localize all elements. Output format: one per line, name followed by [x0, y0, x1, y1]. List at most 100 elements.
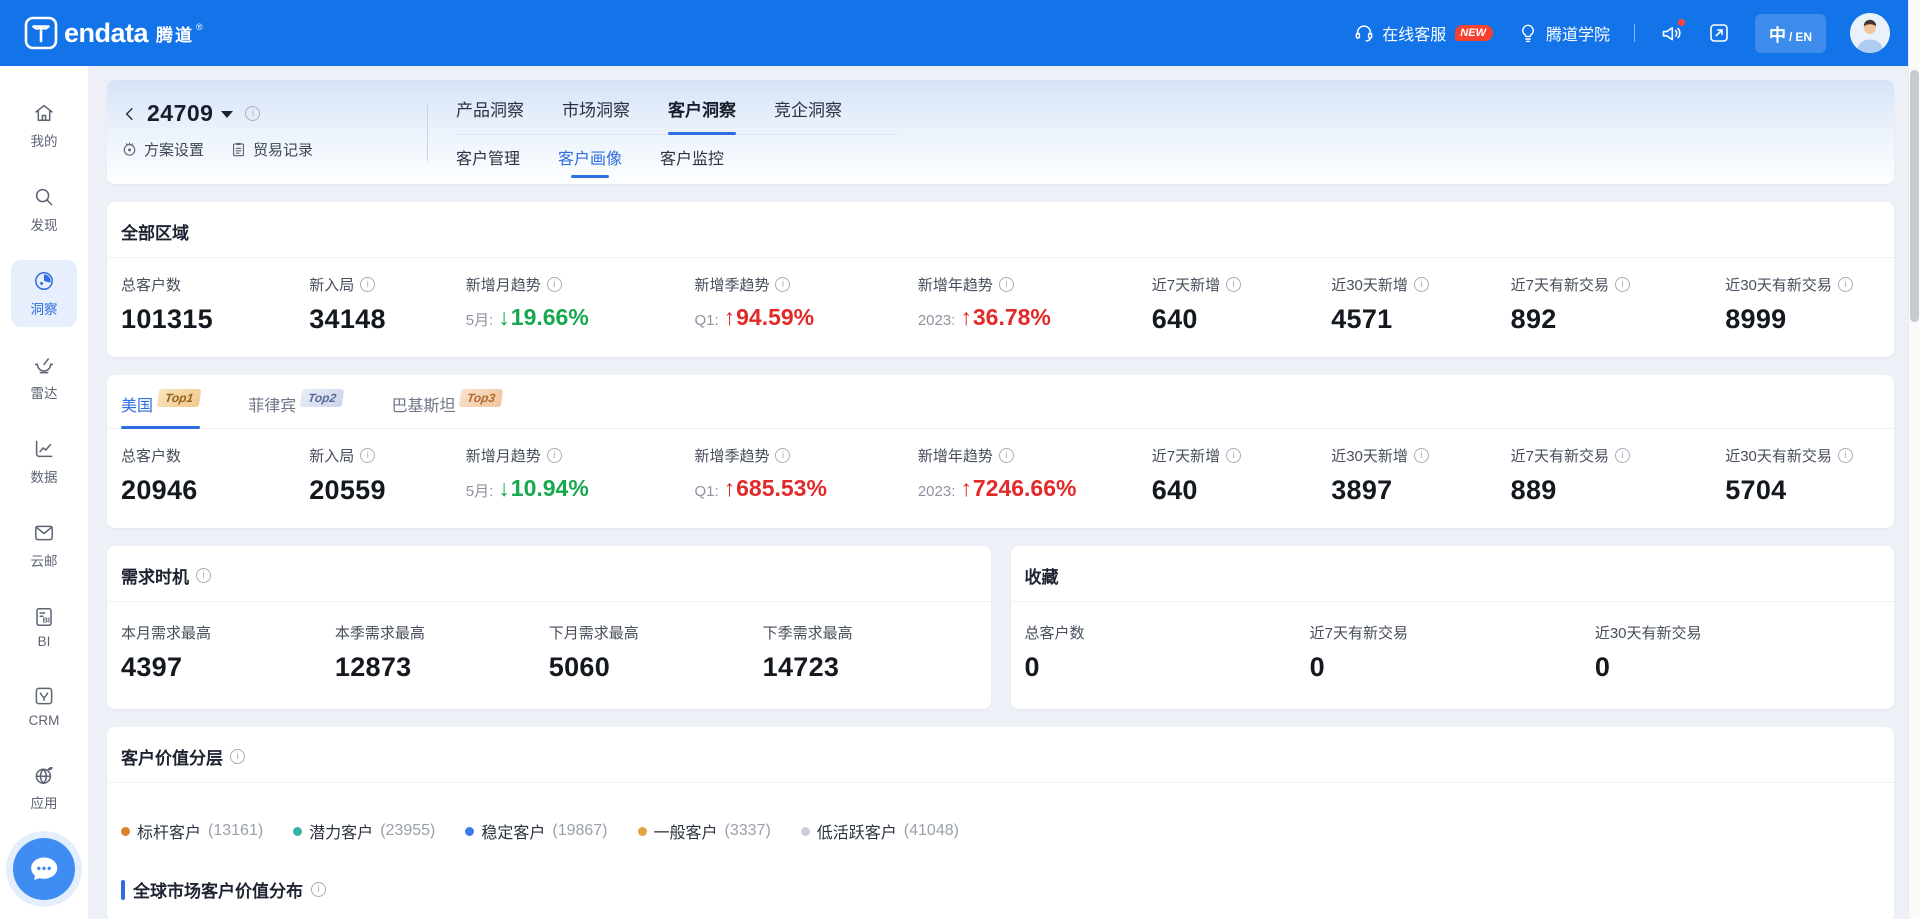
info-icon[interactable] — [1414, 277, 1429, 292]
sidebar-item-insight[interactable]: 洞察 — [11, 260, 77, 327]
back-icon[interactable] — [121, 105, 139, 123]
country-tab-1[interactable]: 美国Top1 — [121, 389, 200, 428]
sidebar-expand-icon[interactable] — [32, 914, 56, 919]
stat-col: 总客户数20946 — [121, 445, 309, 506]
stat-label: 新增年趋势 — [918, 274, 993, 295]
customer-subtabs: 客户管理 客户画像 客户监控 — [456, 145, 897, 178]
tab-4[interactable]: 竞企洞察 — [774, 96, 842, 134]
trend-percent: 10.94% — [511, 475, 589, 502]
stat-trend: Q1:↑94.59% — [694, 304, 917, 331]
stat-col: 新入局34148 — [309, 274, 466, 335]
info-icon[interactable] — [1838, 277, 1853, 292]
info-icon[interactable] — [360, 277, 375, 292]
subsection-info-icon[interactable] — [311, 882, 326, 897]
sidebar-item-mail[interactable]: 云邮 — [11, 512, 77, 579]
legend-item[interactable]: 标杆客户(13161) — [121, 819, 263, 843]
info-icon[interactable] — [547, 277, 562, 292]
stat-label: 新增季趋势 — [694, 274, 769, 295]
stat-trend: 5月:↓19.66% — [466, 304, 695, 331]
sidebar-item-search[interactable]: 发现 — [11, 176, 77, 243]
sidebar-item-label: 雷达 — [31, 382, 58, 402]
stat-label: 新入局 — [309, 445, 354, 466]
info-icon[interactable] — [775, 277, 790, 292]
country-tab-2[interactable]: 菲律宾Top2 — [248, 389, 343, 428]
stat-trend: 5月:↓10.94% — [466, 475, 695, 502]
stat-value: 640 — [1152, 475, 1331, 506]
info-icon[interactable] — [1226, 448, 1241, 463]
stat-value: 4397 — [121, 652, 335, 683]
legend-item[interactable]: 一般客户(3337) — [638, 819, 771, 843]
country-tab-3[interactable]: 巴基斯坦Top3 — [391, 389, 502, 428]
info-icon[interactable] — [775, 448, 790, 463]
plan-settings-link[interactable]: 方案设置 — [121, 139, 204, 160]
info-icon[interactable] — [1414, 448, 1429, 463]
sidebar-item-apps[interactable]: 应用 — [11, 754, 77, 821]
stat-col: 近7天新增 640 — [1152, 445, 1331, 506]
online-service-link[interactable]: 在线客服 NEW — [1353, 21, 1493, 45]
stat-label-row: 近7天新增 — [1152, 274, 1331, 295]
plan-dropdown-caret[interactable] — [221, 111, 233, 118]
sidebar-item-crm[interactable]: CRM — [11, 675, 77, 737]
trend-value: ↑36.78% — [960, 304, 1051, 331]
info-icon[interactable] — [360, 448, 375, 463]
vertical-scrollbar[interactable] — [1908, 0, 1920, 919]
info-icon[interactable] — [1838, 448, 1853, 463]
sidebar-item-data[interactable]: 数据 — [11, 428, 77, 495]
scrollbar-thumb[interactable] — [1910, 70, 1919, 322]
country-tab-label: 菲律宾 — [248, 389, 296, 416]
subtab-2[interactable]: 客户画像 — [558, 145, 622, 178]
tendata-logo[interactable]: endata 腾道 ® — [24, 16, 203, 50]
country-stats-row: 总客户数20946新入局20559新增月趋势5月:↓10.94%新增季趋势Q1:… — [107, 429, 1894, 528]
info-icon[interactable] — [999, 277, 1014, 292]
legend-count: (23955) — [380, 822, 435, 840]
legend-item[interactable]: 稳定客户(19867) — [465, 819, 607, 843]
stat-label: 近30天新增 — [1331, 274, 1408, 295]
info-icon[interactable] — [1615, 448, 1630, 463]
stat-label-row: 近7天新增 — [1152, 445, 1331, 466]
info-icon[interactable] — [1615, 277, 1630, 292]
lang-zh: 中 — [1769, 21, 1786, 46]
info-icon[interactable] — [999, 448, 1014, 463]
stat-col: 近7天有新交易0 — [1310, 622, 1595, 683]
academy-link[interactable]: 腾道学院 — [1517, 21, 1610, 45]
sidebar-item-home[interactable]: 我的 — [11, 92, 77, 159]
tab-2[interactable]: 市场洞察 — [562, 96, 630, 134]
stat-label: 本季需求最高 — [335, 622, 425, 643]
stat-label-row: 新入局 — [309, 445, 466, 466]
announcement-icon[interactable] — [1659, 21, 1683, 45]
info-icon[interactable] — [547, 448, 562, 463]
stat-col: 新增年趋势2023:↑7246.66% — [918, 445, 1152, 506]
stat-label: 近30天新增 — [1331, 445, 1408, 466]
demand-info-icon[interactable] — [196, 568, 211, 583]
stat-value: 889 — [1511, 475, 1726, 506]
subtab-1[interactable]: 客户管理 — [456, 145, 520, 178]
trade-records-label: 贸易记录 — [253, 139, 313, 160]
favorites-card: 收藏 总客户数0近7天有新交易0近30天有新交易0 — [1011, 546, 1895, 709]
rank-badge: Top1 — [157, 389, 202, 407]
stat-label-row: 近7天有新交易 — [1511, 445, 1726, 466]
stat-label-row: 近30天有新交易 — [1725, 445, 1880, 466]
legend-item[interactable]: 低活跃客户(41048) — [801, 819, 959, 843]
avatar[interactable] — [1850, 13, 1890, 53]
trade-records-link[interactable]: 贸易记录 — [230, 139, 313, 160]
plan-info-icon[interactable] — [245, 106, 260, 121]
brand-text: endata — [64, 18, 148, 49]
overview-title: 全部区域 — [121, 219, 189, 244]
sidebar-item-bi[interactable]: BIBI — [11, 596, 77, 658]
subtab-3[interactable]: 客户监控 — [660, 145, 724, 178]
tab-3[interactable]: 客户洞察 — [668, 96, 736, 134]
stat-label: 总客户数 — [121, 445, 181, 466]
chat-assistant-button[interactable] — [13, 838, 75, 900]
value-tiers-info-icon[interactable] — [230, 749, 245, 764]
language-toggle[interactable]: 中 / EN — [1755, 14, 1826, 53]
legend-item[interactable]: 潜力客户(23955) — [293, 819, 435, 843]
stat-col: 近30天新增3897 — [1331, 445, 1510, 506]
stat-col: 近7天有新交易892 — [1511, 274, 1726, 335]
stat-label-row: 新增季趋势 — [694, 445, 917, 466]
sidebar-item-radar[interactable]: 雷达 — [11, 344, 77, 411]
tab-1[interactable]: 产品洞察 — [456, 96, 524, 134]
fullscreen-icon[interactable] — [1707, 21, 1731, 45]
plan-id[interactable]: 24709 — [147, 100, 213, 127]
stat-value: 8999 — [1725, 304, 1880, 335]
info-icon[interactable] — [1226, 277, 1241, 292]
